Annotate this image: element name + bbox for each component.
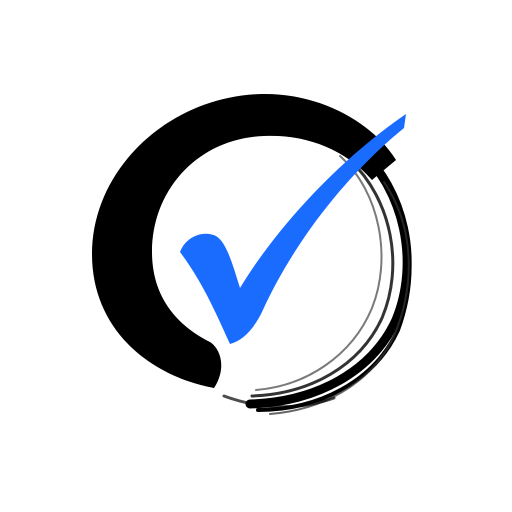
enso-circle-checkmark-icon bbox=[92, 93, 412, 415]
app-icon-canvas bbox=[0, 0, 512, 512]
enso-circle-stroke bbox=[92, 93, 412, 415]
